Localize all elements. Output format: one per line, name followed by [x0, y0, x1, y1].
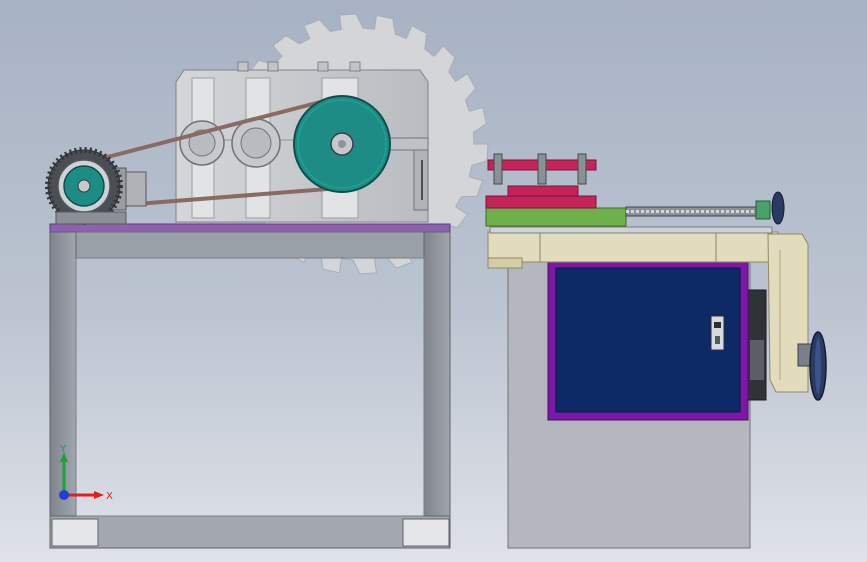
cabinet-door[interactable]	[547, 259, 749, 421]
coordinate-triad: Y X	[48, 440, 118, 510]
frame-opening	[75, 257, 425, 517]
z-axis-dot	[59, 490, 69, 500]
cad-viewport[interactable]: Y X	[0, 0, 867, 562]
assembly-drawing	[45, 13, 827, 549]
frame-bottom-rail	[49, 515, 451, 549]
large-pulley	[293, 95, 391, 193]
motor-with-small-pulley	[45, 147, 147, 225]
foot-pad-left	[51, 518, 99, 547]
bearing-cap-2	[231, 118, 281, 168]
workpiece-clamp	[485, 153, 773, 234]
door-latch-icon[interactable]	[710, 315, 725, 351]
y-axis-label: Y	[59, 444, 67, 455]
foot-pad-right	[402, 518, 450, 547]
lead-screw	[625, 191, 785, 225]
axis-triad-graphic: Y X	[59, 444, 113, 502]
x-axis-label: X	[106, 491, 113, 502]
frame-leg-right	[423, 231, 451, 549]
frame-apron	[49, 231, 451, 259]
tabletop	[49, 223, 451, 233]
